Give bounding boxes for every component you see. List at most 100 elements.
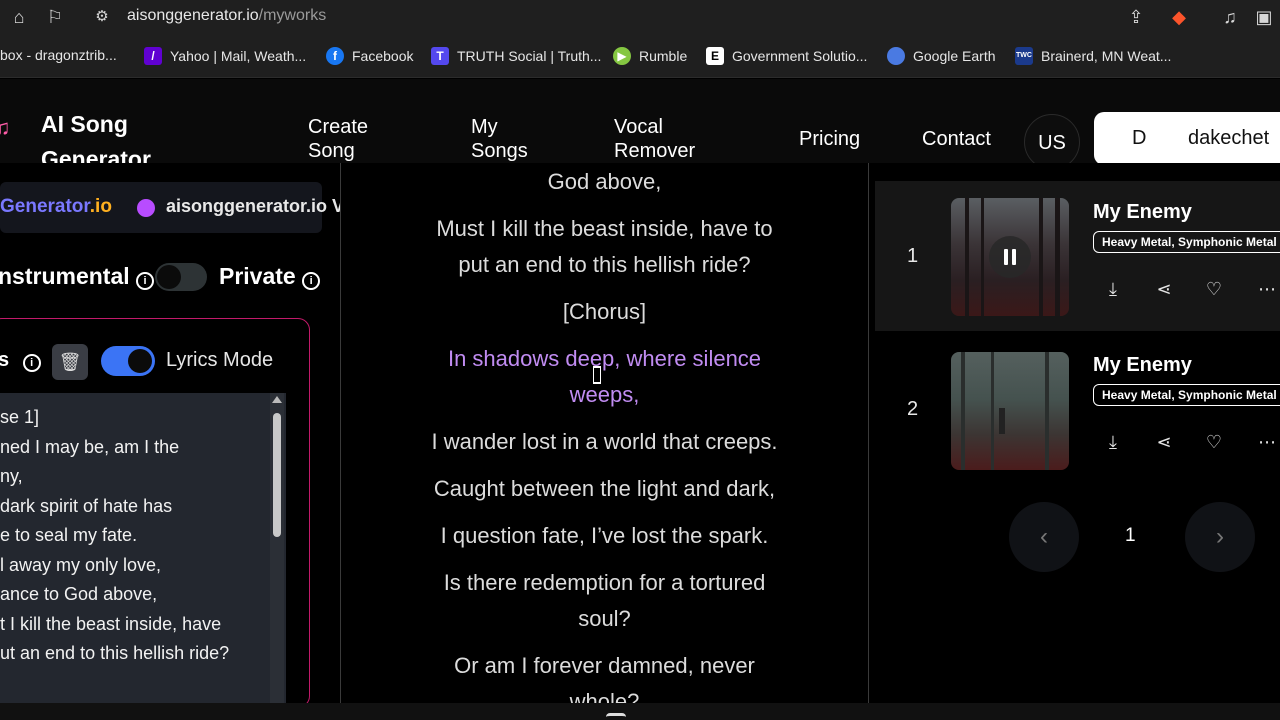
bookmark-weather[interactable]: TWC Brainerd, MN Weat...	[1015, 47, 1171, 65]
bookmark-yahoo[interactable]: / Yahoo | Mail, Weath...	[144, 47, 306, 65]
page-number[interactable]: 1	[1125, 525, 1136, 547]
private-label: Private i	[219, 263, 321, 290]
lyrics-line: ny,	[0, 466, 23, 486]
weather-channel-icon: TWC	[1015, 47, 1033, 65]
brand-name-text: Generator	[0, 196, 90, 217]
nav-contact[interactable]: Contact	[922, 127, 991, 151]
nav-pricing[interactable]: Pricing	[799, 127, 860, 151]
nav-vocal-remover[interactable]: Vocal Remover	[614, 115, 714, 163]
home-icon[interactable]: ⌂	[7, 5, 31, 29]
lyric-line: Must I kill the beast inside, have to	[436, 216, 773, 241]
song-cover[interactable]	[951, 352, 1069, 470]
brave-shield-icon[interactable]: ◆	[1167, 5, 1191, 29]
scroll-up-icon[interactable]	[272, 396, 282, 403]
instrumental-toggle[interactable]	[155, 263, 207, 291]
lyric-line: put an end to this hellish ride?	[458, 252, 751, 277]
user-menu-button[interactable]: D dakechet	[1094, 112, 1280, 165]
info-icon[interactable]: i	[136, 272, 155, 290]
lyrics-mode-toggle[interactable]	[101, 346, 155, 376]
private-label-text: Private	[219, 263, 296, 289]
chevron-left-icon[interactable]: ‹	[1009, 502, 1079, 572]
globe-icon	[887, 47, 905, 65]
heart-icon[interactable]: ♡	[1202, 430, 1226, 454]
lyrics-mode-label: Lyrics Mode	[166, 349, 274, 371]
bookmark-label: Google Earth	[913, 48, 996, 64]
more-icon[interactable]: ⋯	[1255, 277, 1279, 301]
lyrics-line: dark spirit of hate has	[0, 496, 173, 516]
lyrics-label: s i	[0, 349, 41, 372]
pause-icon[interactable]	[989, 236, 1031, 278]
bookmark-facebook[interactable]: f Facebook	[326, 47, 413, 65]
lyric-line-current: weeps,	[569, 382, 640, 407]
bookmark-icon[interactable]: ⚐	[43, 5, 67, 29]
user-avatar: D	[1132, 127, 1147, 149]
brand-chip[interactable]: Generator.io aisonggenerator.io V	[0, 182, 344, 233]
more-icon[interactable]: ⋯	[1255, 430, 1279, 454]
brand-name: Generator.io	[0, 196, 112, 218]
scroll-hint-icon	[606, 713, 626, 720]
instrumental-label: nstrumental i	[0, 263, 155, 290]
bookmark-label: Government Solutio...	[732, 48, 868, 64]
bookmark-label: TRUTH Social | Truth...	[457, 48, 602, 64]
brand-site: aisonggenerator.io V	[166, 196, 345, 216]
bookmark-government[interactable]: E Government Solutio...	[706, 47, 867, 65]
site-settings-icon[interactable]: ⚙	[90, 5, 114, 29]
language-button[interactable]: US	[1024, 114, 1080, 170]
song-list: 1 My Enemy Heavy Metal, Symphonic Metal …	[869, 163, 1280, 703]
song-title[interactable]: My Enemy	[1093, 354, 1192, 377]
rumble-icon: ▶	[613, 47, 631, 65]
share-icon[interactable]: ⋖	[1152, 277, 1176, 301]
bookmark-label: box - dragonztrib...	[0, 47, 117, 63]
lyrics-line: ance to God above,	[0, 584, 158, 604]
music-note-logo-icon: ♫	[0, 115, 11, 140]
lyrics-scrollbar[interactable]	[270, 393, 284, 703]
status-dot-icon	[137, 199, 155, 217]
info-icon[interactable]: i	[302, 272, 321, 290]
url-host: aisonggenerator.io	[127, 7, 259, 24]
bookmarks-bar: box - dragonztrib... / Yahoo | Mail, Weat…	[0, 34, 1280, 78]
lyrics-display: God above, Must I kill the beast inside,…	[341, 163, 868, 703]
song-cover[interactable]	[951, 198, 1069, 316]
text-cursor-icon	[593, 366, 601, 384]
nav-my-songs[interactable]: My Songs	[471, 115, 551, 163]
lyrics-line: t I kill the beast inside, have	[0, 614, 222, 634]
bookmark-truth-social[interactable]: T TRUTH Social | Truth...	[431, 47, 601, 65]
bookmark-inbox[interactable]: box - dragonztrib...	[0, 47, 117, 63]
lyric-line: I wander lost in a world that creeps.	[431, 429, 778, 454]
song-title[interactable]: My Enemy	[1093, 201, 1192, 224]
bookmark-label: Facebook	[352, 48, 414, 64]
lyrics-line: ut an end to this hellish ride?	[0, 643, 230, 663]
lyrics-line: l away my only love,	[0, 555, 162, 575]
scroll-thumb[interactable]	[273, 413, 281, 537]
share-icon[interactable]: ⇪	[1124, 5, 1148, 29]
lyric-line: [Chorus]	[562, 299, 647, 324]
app-header: ♫ AI Song Generator Create Song My Songs…	[0, 79, 1280, 172]
song-index: 1	[907, 245, 919, 267]
toggle-knob	[157, 265, 181, 289]
download-icon[interactable]: ⤓	[1101, 277, 1125, 301]
truth-social-icon: T	[431, 47, 449, 65]
instrumental-label-text: nstrumental	[0, 263, 130, 289]
media-icon[interactable]: ♫	[1218, 5, 1242, 29]
song-row[interactable]: 2 My Enemy Heavy Metal, Symphonic Metal …	[875, 334, 1280, 484]
download-icon[interactable]: ⤓	[1101, 430, 1125, 454]
heart-icon[interactable]: ♡	[1202, 277, 1226, 301]
bookmark-google-earth[interactable]: Google Earth	[887, 47, 996, 65]
lyric-line: Or am I forever damned, never	[454, 653, 755, 678]
toggle-knob	[128, 349, 152, 373]
song-row[interactable]: 1 My Enemy Heavy Metal, Symphonic Metal …	[875, 181, 1280, 331]
lyric-line-current: In shadows deep, where silence	[447, 346, 762, 371]
url-field[interactable]: aisonggenerator.io/myworks	[127, 7, 326, 25]
browser-address-bar: ⌂ ⚐ ⚙ aisonggenerator.io/myworks ⇪ ◆ ♫ ▣	[0, 0, 1280, 34]
nav-create-song[interactable]: Create Song	[308, 115, 398, 163]
lyrics-textarea[interactable]: se 1] ned I may be, am I the ny, dark sp…	[0, 393, 286, 703]
info-icon[interactable]: i	[22, 354, 41, 372]
lyrics-label-text: s	[0, 349, 10, 371]
brand-suffix: .io	[89, 196, 112, 217]
share-icon[interactable]: ⋖	[1152, 430, 1176, 454]
sidebar-toggle-icon[interactable]: ▣	[1252, 5, 1276, 29]
trash-icon[interactable]: 🗑	[52, 344, 88, 380]
chevron-right-icon[interactable]: ›	[1185, 502, 1255, 572]
bookmark-rumble[interactable]: ▶ Rumble	[613, 47, 687, 65]
lyric-line: soul?	[578, 606, 631, 631]
